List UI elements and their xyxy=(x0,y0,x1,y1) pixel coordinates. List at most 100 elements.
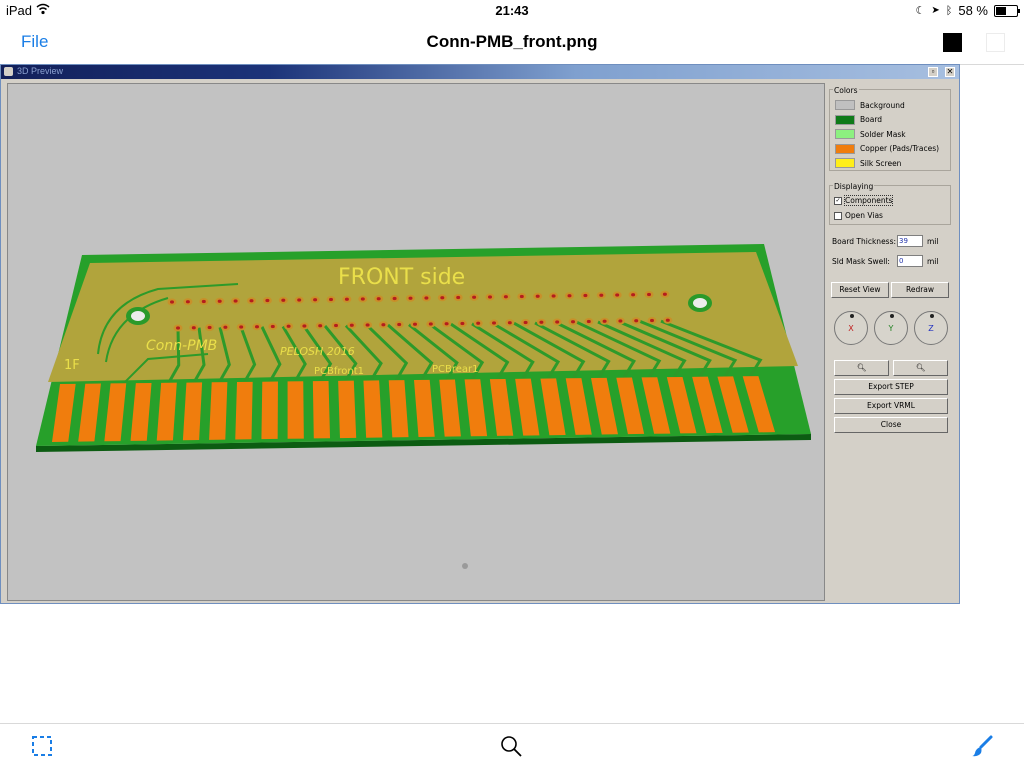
moon-icon: ☾ xyxy=(915,5,926,17)
pin-hole xyxy=(294,296,304,304)
pin-hole xyxy=(374,295,384,303)
color-swatch[interactable] xyxy=(835,100,855,110)
silk-conn-pmb: Conn-PMB xyxy=(146,338,217,354)
window-title: 3D Preview xyxy=(17,66,64,76)
pin-hole xyxy=(426,320,436,328)
color-row[interactable]: Background xyxy=(835,100,905,110)
color-label: Background xyxy=(860,100,905,110)
colors-group: Colors Background Board Solder Mask Copper … xyxy=(829,86,951,171)
pin-hole xyxy=(189,324,199,332)
pin-hole xyxy=(315,322,325,330)
zoom-out-button[interactable]: 🔍︎ xyxy=(893,360,948,376)
open-vias-checkbox[interactable] xyxy=(834,211,842,220)
rotate-y-dial[interactable]: Y xyxy=(874,311,908,345)
edge-finger xyxy=(338,380,357,439)
black-color-button[interactable] xyxy=(943,33,962,52)
pin-hole xyxy=(268,323,278,330)
rotate-z-dial[interactable]: Z xyxy=(914,311,948,345)
sld-mask-label: Sld Mask Swell: xyxy=(832,256,890,266)
pin-hole xyxy=(262,297,272,304)
edge-finger xyxy=(287,381,304,439)
silk-1f: 1F xyxy=(64,358,80,373)
pin-hole xyxy=(489,319,499,327)
3d-viewport[interactable]: FRONT side Conn-PMB PELOSH 2016 PCBfront… xyxy=(7,83,825,601)
components-checkbox-row[interactable]: ✓ Components xyxy=(834,195,894,206)
brush-icon[interactable] xyxy=(970,734,994,758)
select-icon[interactable] xyxy=(32,736,52,756)
bluetooth-icon: ᛒ xyxy=(945,4,953,17)
pin-hole xyxy=(628,291,638,299)
pin-hole xyxy=(663,316,673,324)
zoom-out-icon: 🔍︎ xyxy=(915,363,926,372)
edge-finger xyxy=(209,382,228,440)
pin-hole xyxy=(342,295,352,303)
pin-hole xyxy=(536,318,546,326)
board-thickness-unit: mil xyxy=(927,237,939,246)
rotation-dials: X Y Z xyxy=(832,311,952,347)
export-vrml-button[interactable]: Export VRML xyxy=(834,398,948,414)
pin-hole xyxy=(167,298,177,306)
pin-hole xyxy=(410,320,420,328)
pin-hole xyxy=(278,296,288,304)
pin-hole xyxy=(457,320,467,327)
pin-hole xyxy=(299,322,309,330)
color-row[interactable]: Copper (Pads/Traces) xyxy=(835,143,939,154)
pin-hole xyxy=(406,294,415,302)
close-window-button[interactable]: ✕ xyxy=(945,67,955,77)
pin-hole xyxy=(485,293,495,301)
pin-hole xyxy=(183,298,193,306)
pin-hole xyxy=(600,317,610,325)
pin-hole xyxy=(521,319,531,326)
rotate-x-dial[interactable]: X xyxy=(834,311,868,345)
pin-hole xyxy=(347,321,357,329)
pin-hole xyxy=(501,293,511,301)
color-swatch[interactable] xyxy=(835,158,855,168)
color-swatch[interactable] xyxy=(835,114,855,125)
board-thickness-input[interactable]: 39 xyxy=(897,235,923,247)
pin-hole xyxy=(580,292,590,299)
export-step-button[interactable]: Export STEP xyxy=(834,379,948,395)
white-color-button[interactable] xyxy=(986,33,1005,52)
pin-hole xyxy=(231,297,241,305)
components-checkbox[interactable]: ✓ xyxy=(834,196,842,205)
pin-hole xyxy=(469,293,479,301)
close-button[interactable]: Close xyxy=(834,417,948,433)
search-icon[interactable] xyxy=(500,735,522,757)
displaying-group-label: Displaying xyxy=(833,182,875,191)
reset-view-button[interactable]: Reset View xyxy=(831,282,889,298)
pin-hole xyxy=(505,319,515,327)
pin-hole xyxy=(205,324,215,331)
pin-hole xyxy=(517,293,527,300)
board-thickness-label: Board Thickness: xyxy=(832,236,897,246)
color-row[interactable]: Board xyxy=(835,114,883,125)
pin-hole xyxy=(473,319,483,327)
zoom-in-button[interactable]: 🔍︎ xyxy=(834,360,889,376)
page-title: Conn-PMB_front.png xyxy=(426,32,598,51)
open-vias-checkbox-row[interactable]: Open Vias xyxy=(834,211,883,220)
edge-finger xyxy=(261,381,278,440)
restore-window-button[interactable]: ▫ xyxy=(928,67,938,77)
nav-bar: File Conn-PMB_front.png xyxy=(0,22,1024,65)
clock: 21:43 xyxy=(495,3,529,18)
pin-hole xyxy=(390,295,400,302)
window-titlebar: 3D Preview ▫ ✕ xyxy=(1,65,959,79)
color-row[interactable]: Solder Mask xyxy=(835,129,906,139)
board-thickness-row: Board Thickness: xyxy=(832,235,896,247)
pin-hole xyxy=(631,317,641,325)
sld-mask-input[interactable]: 0 xyxy=(897,255,923,267)
pin-hole xyxy=(644,291,654,298)
x-axis-label: X xyxy=(848,324,854,333)
sld-mask-row: Sld Mask Swell: xyxy=(832,255,890,267)
color-swatch[interactable] xyxy=(835,129,855,139)
color-label: Board xyxy=(860,115,883,124)
battery-icon xyxy=(994,4,1020,17)
pin-hole xyxy=(252,323,262,331)
y-axis-label: Y xyxy=(888,324,894,333)
pin-hole xyxy=(284,322,294,330)
zoom-in-icon: 🔍︎ xyxy=(856,363,867,372)
redraw-button[interactable]: Redraw xyxy=(891,282,949,298)
window-system-icon xyxy=(4,67,13,76)
color-label: Silk Screen xyxy=(860,158,902,168)
color-row[interactable]: Silk Screen xyxy=(835,158,901,168)
color-swatch[interactable] xyxy=(835,143,855,154)
